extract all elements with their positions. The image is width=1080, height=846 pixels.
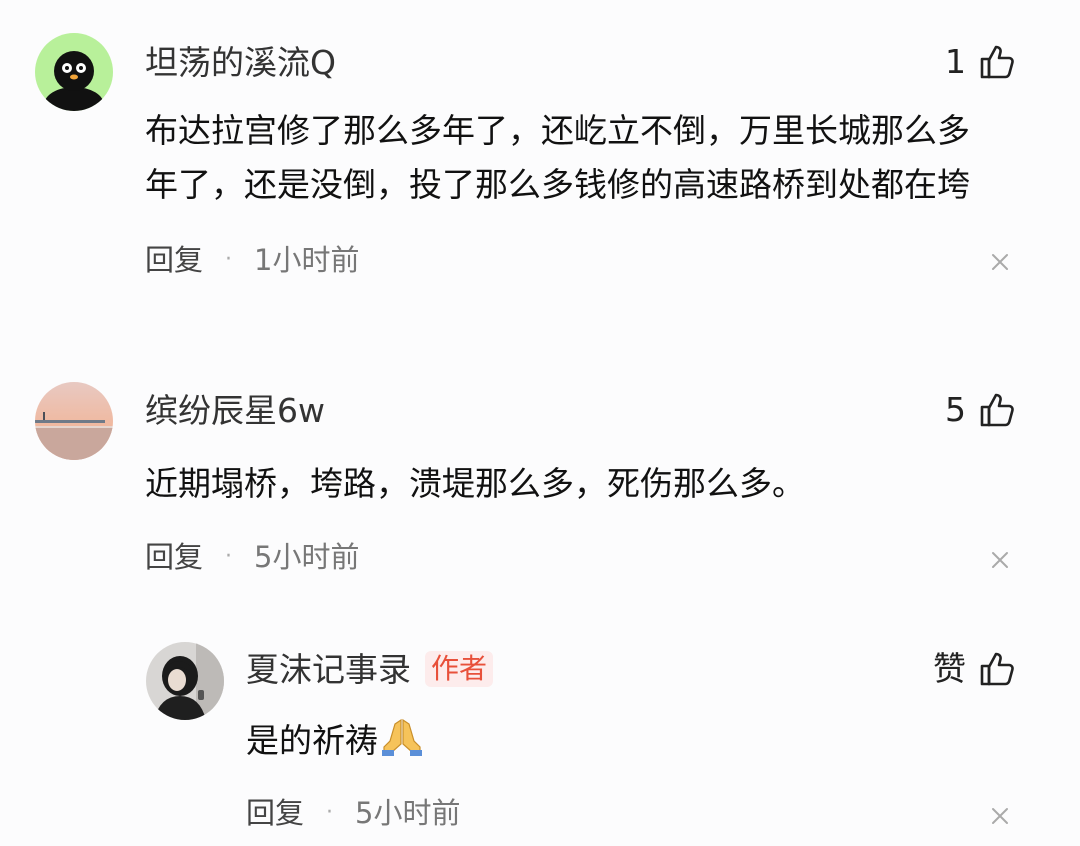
close-icon[interactable] bbox=[990, 806, 1010, 826]
username: 夏沫记事录 作者 bbox=[246, 650, 494, 690]
timestamp: 5小时前 bbox=[355, 796, 461, 830]
avatar[interactable] bbox=[146, 642, 224, 720]
reply-text-content: 是的祈祷 bbox=[246, 721, 378, 760]
reply-button[interactable]: 回复 bbox=[246, 795, 304, 831]
username-text[interactable]: 夏沫记事录 bbox=[246, 650, 411, 689]
reply-text: 是的祈祷 bbox=[246, 714, 424, 774]
thumbs-up-icon bbox=[980, 652, 1014, 686]
person-photo-avatar-icon bbox=[146, 642, 224, 720]
comment-meta: 回复 · 5小时前 bbox=[246, 795, 460, 831]
author-badge: 作者 bbox=[425, 651, 494, 687]
like-button[interactable]: 赞 bbox=[933, 649, 1016, 689]
separator-dot: · bbox=[326, 800, 334, 825]
folded-hands-icon bbox=[380, 714, 424, 774]
like-label: 赞 bbox=[933, 649, 966, 688]
reply-item: 夏沫记事录 作者 赞 是的祈祷 回复 · 5小时前 bbox=[0, 0, 1080, 846]
